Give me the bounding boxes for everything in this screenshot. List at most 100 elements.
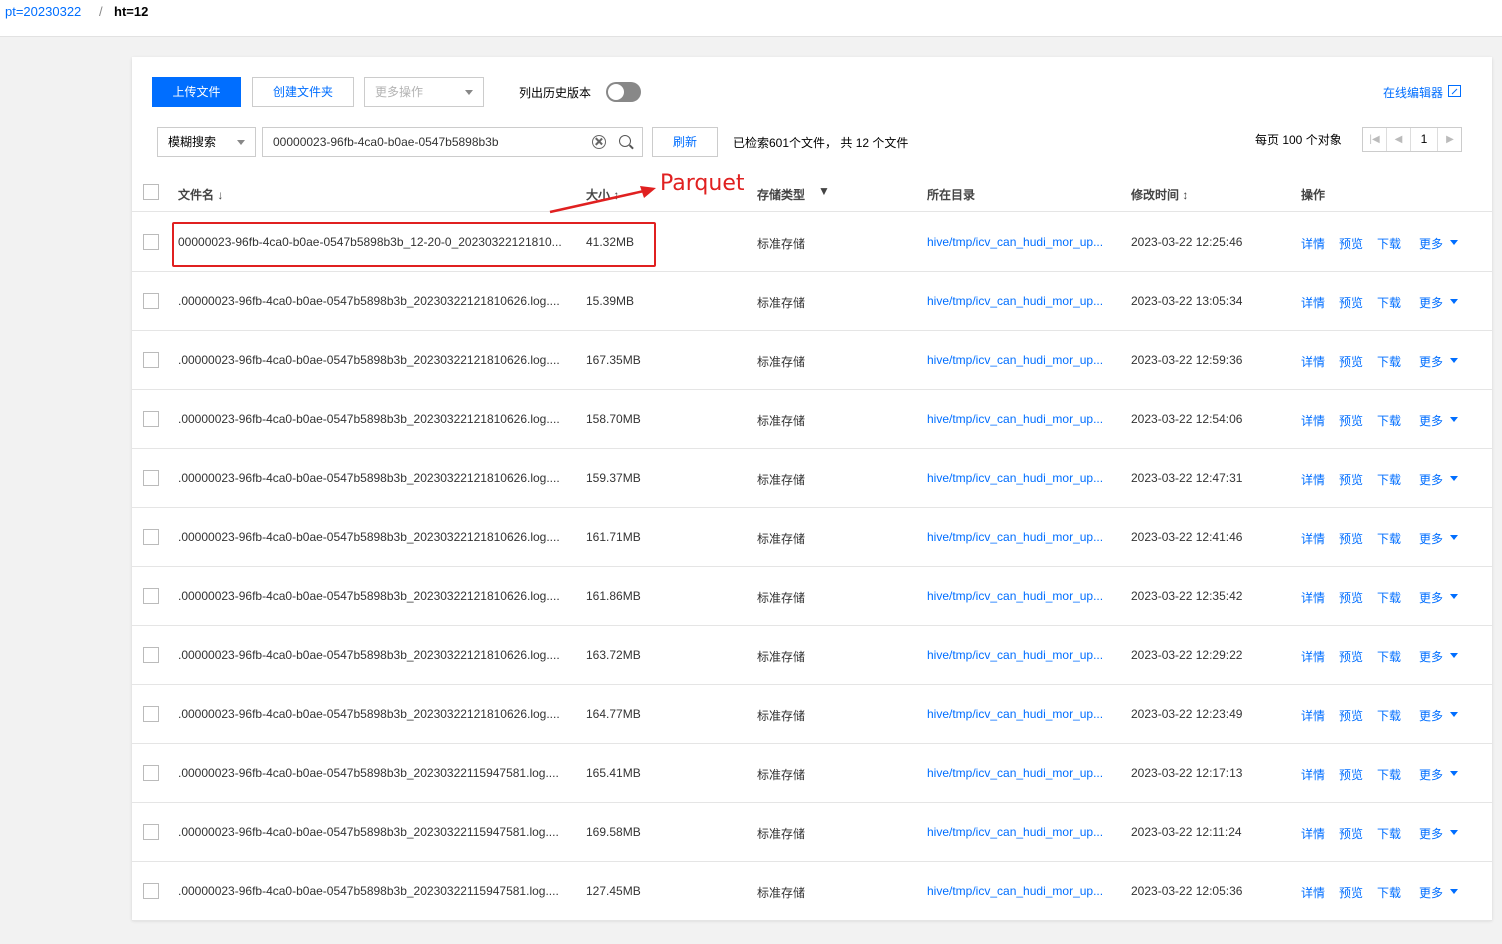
download-link[interactable]: 下载 bbox=[1377, 471, 1401, 488]
preview-link[interactable]: 预览 bbox=[1339, 589, 1363, 606]
preview-link[interactable]: 预览 bbox=[1339, 825, 1363, 842]
directory-link[interactable]: hive/tmp/icv_can_hudi_mor_up... bbox=[927, 294, 1107, 308]
directory-link[interactable]: hive/tmp/icv_can_hudi_mor_up... bbox=[927, 471, 1107, 485]
file-name[interactable]: .00000023-96fb-4ca0-b0ae-0547b5898b3b_20… bbox=[178, 412, 564, 426]
directory-link[interactable]: hive/tmp/icv_can_hudi_mor_up... bbox=[927, 884, 1107, 898]
row-checkbox[interactable] bbox=[143, 588, 159, 604]
preview-link[interactable]: 预览 bbox=[1339, 766, 1363, 783]
file-name[interactable]: .00000023-96fb-4ca0-b0ae-0547b5898b3b_20… bbox=[178, 766, 564, 780]
more-link[interactable]: 更多 bbox=[1419, 884, 1443, 901]
preview-link[interactable]: 预览 bbox=[1339, 471, 1363, 488]
download-link[interactable]: 下载 bbox=[1377, 766, 1401, 783]
row-checkbox[interactable] bbox=[143, 529, 159, 545]
detail-link[interactable]: 详情 bbox=[1301, 353, 1325, 370]
row-checkbox[interactable] bbox=[143, 234, 159, 250]
download-link[interactable]: 下载 bbox=[1377, 884, 1401, 901]
detail-link[interactable]: 详情 bbox=[1301, 294, 1325, 311]
column-header-name[interactable]: 文件名 ↓ bbox=[178, 186, 223, 203]
file-name[interactable]: .00000023-96fb-4ca0-b0ae-0547b5898b3b_20… bbox=[178, 884, 564, 898]
breadcrumb-link[interactable]: pt=20230322 bbox=[5, 4, 81, 19]
row-checkbox[interactable] bbox=[143, 470, 159, 486]
detail-link[interactable]: 详情 bbox=[1301, 589, 1325, 606]
preview-link[interactable]: 预览 bbox=[1339, 530, 1363, 547]
file-name[interactable]: .00000023-96fb-4ca0-b0ae-0547b5898b3b_20… bbox=[178, 648, 564, 662]
detail-link[interactable]: 详情 bbox=[1301, 471, 1325, 488]
directory-link[interactable]: hive/tmp/icv_can_hudi_mor_up... bbox=[927, 235, 1107, 249]
search-icon[interactable] bbox=[619, 135, 631, 147]
search-mode-select[interactable]: 模糊搜索 bbox=[157, 127, 256, 157]
row-checkbox[interactable] bbox=[143, 647, 159, 663]
clear-icon[interactable] bbox=[592, 135, 606, 149]
preview-link[interactable]: 预览 bbox=[1339, 884, 1363, 901]
download-link[interactable]: 下载 bbox=[1377, 235, 1401, 252]
more-link[interactable]: 更多 bbox=[1419, 235, 1443, 252]
detail-link[interactable]: 详情 bbox=[1301, 648, 1325, 665]
row-checkbox[interactable] bbox=[143, 352, 159, 368]
directory-link[interactable]: hive/tmp/icv_can_hudi_mor_up... bbox=[927, 648, 1107, 662]
preview-link[interactable]: 预览 bbox=[1339, 412, 1363, 429]
select-all-checkbox[interactable] bbox=[143, 184, 159, 200]
directory-link[interactable]: hive/tmp/icv_can_hudi_mor_up... bbox=[927, 412, 1107, 426]
more-link[interactable]: 更多 bbox=[1419, 825, 1443, 842]
search-input[interactable]: 00000023-96fb-4ca0-b0ae-0547b5898b3b bbox=[262, 127, 643, 157]
more-link[interactable]: 更多 bbox=[1419, 353, 1443, 370]
first-page-icon[interactable]: |◀ bbox=[1363, 128, 1387, 151]
preview-link[interactable]: 预览 bbox=[1339, 294, 1363, 311]
more-link[interactable]: 更多 bbox=[1419, 648, 1443, 665]
download-link[interactable]: 下载 bbox=[1377, 707, 1401, 724]
create-folder-button[interactable]: 创建文件夹 bbox=[252, 77, 354, 107]
preview-link[interactable]: 预览 bbox=[1339, 707, 1363, 724]
row-checkbox[interactable] bbox=[143, 765, 159, 781]
directory-link[interactable]: hive/tmp/icv_can_hudi_mor_up... bbox=[927, 530, 1107, 544]
download-link[interactable]: 下载 bbox=[1377, 353, 1401, 370]
detail-link[interactable]: 详情 bbox=[1301, 766, 1325, 783]
detail-link[interactable]: 详情 bbox=[1301, 707, 1325, 724]
file-name[interactable]: .00000023-96fb-4ca0-b0ae-0547b5898b3b_20… bbox=[178, 825, 564, 839]
detail-link[interactable]: 详情 bbox=[1301, 235, 1325, 252]
row-checkbox[interactable] bbox=[143, 411, 159, 427]
row-checkbox[interactable] bbox=[143, 293, 159, 309]
download-link[interactable]: 下载 bbox=[1377, 412, 1401, 429]
page-number[interactable]: 1 bbox=[1411, 128, 1438, 151]
file-name[interactable]: .00000023-96fb-4ca0-b0ae-0547b5898b3b_20… bbox=[178, 707, 564, 721]
file-name[interactable]: .00000023-96fb-4ca0-b0ae-0547b5898b3b_20… bbox=[178, 294, 564, 308]
more-link[interactable]: 更多 bbox=[1419, 412, 1443, 429]
filter-icon[interactable]: ▼ bbox=[818, 184, 830, 198]
next-page-icon[interactable]: ▶ bbox=[1438, 128, 1462, 151]
file-name[interactable]: .00000023-96fb-4ca0-b0ae-0547b5898b3b_20… bbox=[178, 471, 564, 485]
row-checkbox[interactable] bbox=[143, 824, 159, 840]
prev-page-icon[interactable]: ◀ bbox=[1387, 128, 1411, 151]
more-operations-select[interactable]: 更多操作 bbox=[364, 77, 484, 107]
directory-link[interactable]: hive/tmp/icv_can_hudi_mor_up... bbox=[927, 589, 1107, 603]
file-name[interactable]: .00000023-96fb-4ca0-b0ae-0547b5898b3b_20… bbox=[178, 589, 564, 603]
more-link[interactable]: 更多 bbox=[1419, 471, 1443, 488]
download-link[interactable]: 下载 bbox=[1377, 825, 1401, 842]
file-name[interactable]: .00000023-96fb-4ca0-b0ae-0547b5898b3b_20… bbox=[178, 353, 564, 367]
preview-link[interactable]: 预览 bbox=[1339, 235, 1363, 252]
more-link[interactable]: 更多 bbox=[1419, 707, 1443, 724]
more-link[interactable]: 更多 bbox=[1419, 589, 1443, 606]
directory-link[interactable]: hive/tmp/icv_can_hudi_mor_up... bbox=[927, 353, 1107, 367]
per-page-select[interactable]: 每页 100 个对象 bbox=[1255, 131, 1342, 148]
detail-link[interactable]: 详情 bbox=[1301, 412, 1325, 429]
directory-link[interactable]: hive/tmp/icv_can_hudi_mor_up... bbox=[927, 707, 1107, 721]
refresh-button[interactable]: 刷新 bbox=[652, 127, 718, 157]
online-editor-link[interactable]: 在线编辑器 bbox=[1383, 84, 1443, 101]
detail-link[interactable]: 详情 bbox=[1301, 884, 1325, 901]
directory-link[interactable]: hive/tmp/icv_can_hudi_mor_up... bbox=[927, 766, 1107, 780]
preview-link[interactable]: 预览 bbox=[1339, 648, 1363, 665]
download-link[interactable]: 下载 bbox=[1377, 589, 1401, 606]
download-link[interactable]: 下载 bbox=[1377, 648, 1401, 665]
history-version-toggle[interactable] bbox=[606, 82, 641, 102]
download-link[interactable]: 下载 bbox=[1377, 294, 1401, 311]
file-name[interactable]: .00000023-96fb-4ca0-b0ae-0547b5898b3b_20… bbox=[178, 530, 564, 544]
detail-link[interactable]: 详情 bbox=[1301, 825, 1325, 842]
more-link[interactable]: 更多 bbox=[1419, 294, 1443, 311]
editor-icon[interactable] bbox=[1448, 85, 1461, 97]
detail-link[interactable]: 详情 bbox=[1301, 530, 1325, 547]
upload-button[interactable]: 上传文件 bbox=[152, 77, 241, 107]
download-link[interactable]: 下载 bbox=[1377, 530, 1401, 547]
preview-link[interactable]: 预览 bbox=[1339, 353, 1363, 370]
more-link[interactable]: 更多 bbox=[1419, 530, 1443, 547]
more-link[interactable]: 更多 bbox=[1419, 766, 1443, 783]
